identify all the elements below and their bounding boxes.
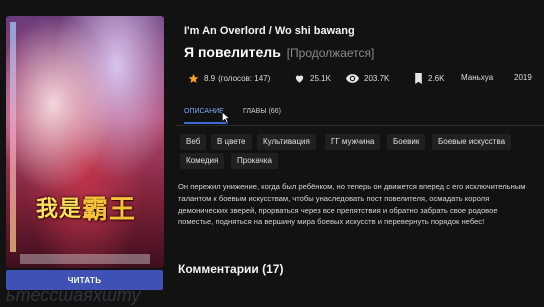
title-english: I'm An Overlord / Wo shi bawang — [184, 25, 355, 37]
genre-tag[interactable]: Прокачка — [231, 153, 278, 169]
type-value: Маньхуа — [461, 73, 494, 82]
bookmark-icon — [415, 73, 422, 84]
description-text: Он пережил унижение, когда был ребёнком,… — [178, 182, 526, 227]
year-value: 2019 — [514, 73, 532, 82]
genre-tag[interactable]: Комедия — [180, 153, 225, 169]
genre-tag[interactable]: Веб — [180, 134, 207, 150]
genre-tag[interactable]: В цвете — [211, 134, 252, 150]
eye-icon — [346, 74, 359, 83]
type-stat: Маньхуа — [461, 73, 493, 82]
status-label: [Продолжается] — [286, 46, 375, 60]
mouse-cursor-icon — [222, 112, 230, 124]
rating-value: 8.9 — [204, 74, 216, 83]
views-count: 203.7K — [364, 74, 390, 83]
cover-image: 我是 霸王 — [6, 16, 164, 268]
genre-tag[interactable]: Культивация — [257, 134, 316, 150]
genre-tag[interactable]: Боевик — [387, 134, 426, 150]
heart-icon — [295, 75, 304, 83]
genre-tag[interactable]: Боевые искусства — [432, 134, 512, 150]
title-russian: Я повелитель [Продолжается] — [184, 44, 374, 60]
cover-caption — [20, 254, 150, 264]
likes-stat[interactable]: 25.1K — [294, 73, 331, 84]
tabs-divider — [176, 125, 544, 126]
star-icon — [188, 73, 199, 83]
views-stat: 203.7K — [346, 73, 389, 84]
cover-decoration — [10, 22, 16, 252]
rating-votes: (голосов: 147) — [218, 74, 271, 83]
title-russian-text: Я повелитель — [184, 44, 281, 60]
bookmarks-stat[interactable]: 2.6K — [414, 73, 444, 84]
comments-heading: Комментарии (17) — [178, 262, 284, 276]
rating-stat[interactable]: 8.9 (голосов: 147) — [188, 73, 270, 84]
year-stat: 2019 — [514, 73, 532, 82]
genre-tag[interactable]: ГГ мужчина — [325, 134, 381, 150]
tab-description[interactable]: ОПИСАНИЕ — [184, 108, 224, 115]
cover-logo: 我是 霸王 — [35, 194, 137, 225]
read-button[interactable]: ЧИТАТЬ — [6, 270, 163, 290]
bookmarks-count: 2.6K — [428, 74, 445, 83]
tab-chapters[interactable]: ГЛАВЫ (66) — [243, 108, 281, 115]
likes-count: 25.1K — [310, 74, 331, 83]
